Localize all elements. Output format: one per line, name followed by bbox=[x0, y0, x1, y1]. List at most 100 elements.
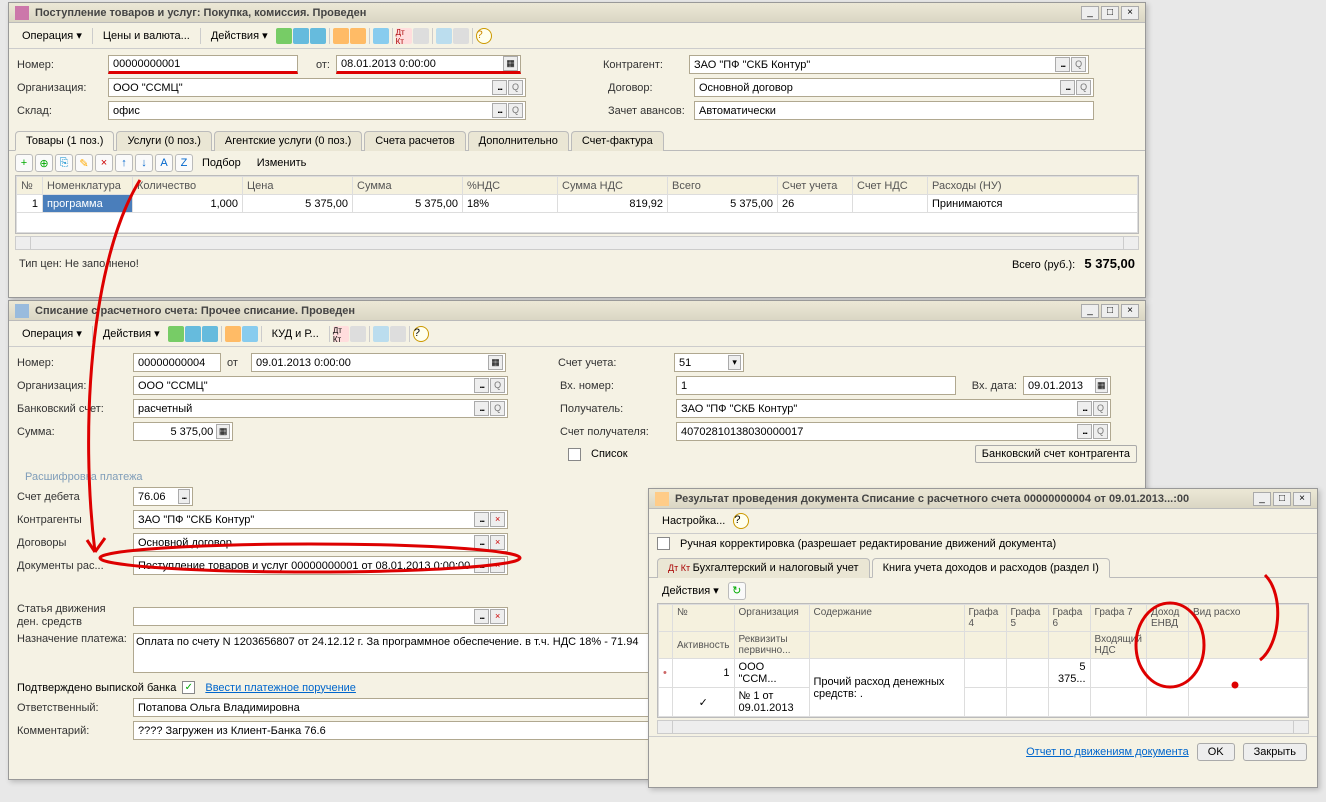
pp-link[interactable]: Ввести платежное поручение bbox=[205, 682, 356, 694]
col-vatsum[interactable]: Сумма НДС bbox=[558, 177, 668, 195]
number-field[interactable] bbox=[133, 353, 221, 372]
tab-accounts[interactable]: Счета расчетов bbox=[364, 131, 465, 151]
col-nom[interactable]: Номенклатура bbox=[43, 177, 133, 195]
calc-icon[interactable]: ▦ bbox=[216, 424, 230, 439]
select-icon[interactable]: ... bbox=[474, 378, 489, 393]
col-qty[interactable]: Количество bbox=[133, 177, 243, 195]
manual-checkbox[interactable] bbox=[657, 537, 670, 550]
close-btn[interactable]: × bbox=[1293, 492, 1311, 506]
copy-icon[interactable] bbox=[202, 326, 218, 342]
struct-icon[interactable] bbox=[413, 28, 429, 44]
h-scrollbar[interactable] bbox=[15, 236, 1139, 250]
unpost-icon[interactable] bbox=[350, 28, 366, 44]
bank-acct-btn[interactable]: Банковский счет контрагента bbox=[975, 445, 1137, 463]
titlebar[interactable]: Списание с расчетного счета: Прочее спис… bbox=[9, 301, 1145, 321]
actions-menu[interactable]: Действия ▾ bbox=[96, 324, 167, 343]
add-icon[interactable]: + bbox=[15, 154, 33, 172]
close-button[interactable]: Закрыть bbox=[1243, 743, 1307, 761]
refresh-icon[interactable]: ↻ bbox=[728, 582, 746, 600]
col-vat[interactable]: %НДС bbox=[463, 177, 558, 195]
copy-icon[interactable] bbox=[310, 28, 326, 44]
calendar-icon[interactable]: ▦ bbox=[503, 56, 518, 71]
select-icon[interactable]: ... bbox=[1060, 80, 1075, 95]
col-g7[interactable]: Графа 7 bbox=[1090, 605, 1146, 632]
save-icon[interactable] bbox=[276, 28, 292, 44]
up-icon[interactable]: ↑ bbox=[115, 154, 133, 172]
select-icon[interactable]: ... bbox=[474, 609, 489, 624]
open-icon[interactable]: Q bbox=[1071, 57, 1086, 72]
deb-field[interactable]: ... bbox=[133, 487, 193, 506]
maximize-btn[interactable]: □ bbox=[1101, 304, 1119, 318]
col-content[interactable]: Содержание bbox=[809, 605, 964, 632]
operation-menu[interactable]: Операция ▾ bbox=[15, 26, 89, 45]
col-org[interactable]: Организация bbox=[734, 605, 809, 632]
actions-menu[interactable]: Действия ▾ bbox=[655, 581, 726, 600]
col-exp[interactable]: Вид расхо bbox=[1188, 605, 1307, 632]
col-activity[interactable]: Активность bbox=[673, 632, 735, 659]
open-icon[interactable]: Q bbox=[508, 80, 523, 95]
calendar-icon[interactable]: ▦ bbox=[488, 355, 503, 370]
date-field[interactable]: ▦ bbox=[251, 353, 506, 372]
dropdown-icon[interactable]: ▾ bbox=[728, 355, 741, 370]
col-n[interactable]: № bbox=[17, 177, 43, 195]
select-icon[interactable]: ... bbox=[474, 512, 489, 527]
down-icon[interactable]: ↓ bbox=[135, 154, 153, 172]
select-icon[interactable]: ... bbox=[178, 489, 190, 504]
settings-btn[interactable]: Настройка... bbox=[655, 512, 732, 530]
dtkt-icon[interactable]: Дт Кт bbox=[333, 326, 349, 342]
list-icon[interactable] bbox=[390, 326, 406, 342]
inno-field[interactable] bbox=[676, 376, 956, 395]
ok-button[interactable]: OK bbox=[1197, 743, 1235, 761]
acct-field[interactable]: ▾ bbox=[674, 353, 744, 372]
save-icon[interactable] bbox=[168, 326, 184, 342]
date-field[interactable]: ▦ bbox=[336, 55, 521, 74]
table-row[interactable]: 1 программа 1,000 5 375,00 5 375,00 18% … bbox=[17, 195, 1138, 213]
org-field[interactable]: ...Q bbox=[108, 78, 526, 97]
clear-icon[interactable]: × bbox=[490, 558, 505, 573]
refresh-icon[interactable] bbox=[293, 28, 309, 44]
select-icon[interactable]: ... bbox=[492, 103, 507, 118]
indate-field[interactable]: ▦ bbox=[1023, 376, 1111, 395]
move-field[interactable]: ...× bbox=[133, 607, 508, 626]
clear-icon[interactable]: × bbox=[490, 512, 505, 527]
tab-goods[interactable]: Товары (1 поз.) bbox=[15, 131, 114, 151]
sum-field[interactable]: ▦ bbox=[133, 422, 233, 441]
actions-menu[interactable]: Действия ▾ bbox=[204, 26, 275, 45]
contr-field[interactable]: ...× bbox=[133, 510, 508, 529]
col-vatacct[interactable]: Счет НДС bbox=[853, 177, 928, 195]
maximize-btn[interactable]: □ bbox=[1101, 6, 1119, 20]
prices-btn[interactable]: Цены и валюта... bbox=[96, 27, 197, 45]
list-checkbox[interactable] bbox=[568, 448, 581, 461]
close-btn[interactable]: × bbox=[1121, 6, 1139, 20]
tab-extra[interactable]: Дополнительно bbox=[468, 131, 569, 151]
open-icon[interactable]: Q bbox=[490, 378, 505, 393]
post-icon[interactable] bbox=[225, 326, 241, 342]
calendar-icon[interactable]: ▦ bbox=[1095, 378, 1108, 393]
warehouse-field[interactable]: ...Q bbox=[108, 101, 526, 120]
sort-down-icon[interactable]: Z bbox=[175, 154, 193, 172]
help-icon[interactable]: ? bbox=[476, 28, 492, 44]
kudir-btn[interactable]: КУД и Р... bbox=[265, 325, 326, 343]
comment-field[interactable] bbox=[133, 721, 653, 740]
number-field[interactable] bbox=[108, 55, 298, 74]
minimize-btn[interactable]: _ bbox=[1081, 6, 1099, 20]
col-acct[interactable]: Счет учета bbox=[778, 177, 853, 195]
col-n[interactable]: № bbox=[673, 605, 735, 632]
sort-up-icon[interactable]: A bbox=[155, 154, 173, 172]
col-invat[interactable]: Входящий НДС bbox=[1090, 632, 1146, 659]
select-icon[interactable]: ... bbox=[1077, 424, 1092, 439]
clear-icon[interactable]: × bbox=[490, 535, 505, 550]
col-price[interactable]: Цена bbox=[243, 177, 353, 195]
col-exp[interactable]: Расходы (НУ) bbox=[928, 177, 1138, 195]
minimize-btn[interactable]: _ bbox=[1081, 304, 1099, 318]
minimize-btn[interactable]: _ bbox=[1253, 492, 1271, 506]
bank-field[interactable]: ...Q bbox=[133, 399, 508, 418]
open-icon[interactable]: Q bbox=[1093, 401, 1108, 416]
report-link[interactable]: Отчет по движениям документа bbox=[1026, 746, 1189, 758]
docs-field[interactable]: ...× bbox=[133, 556, 508, 575]
select-icon[interactable]: ... bbox=[1077, 401, 1092, 416]
operation-menu[interactable]: Операция ▾ bbox=[15, 324, 89, 343]
del-icon[interactable]: × bbox=[95, 154, 113, 172]
list-icon[interactable] bbox=[453, 28, 469, 44]
resp-field[interactable] bbox=[133, 698, 653, 717]
